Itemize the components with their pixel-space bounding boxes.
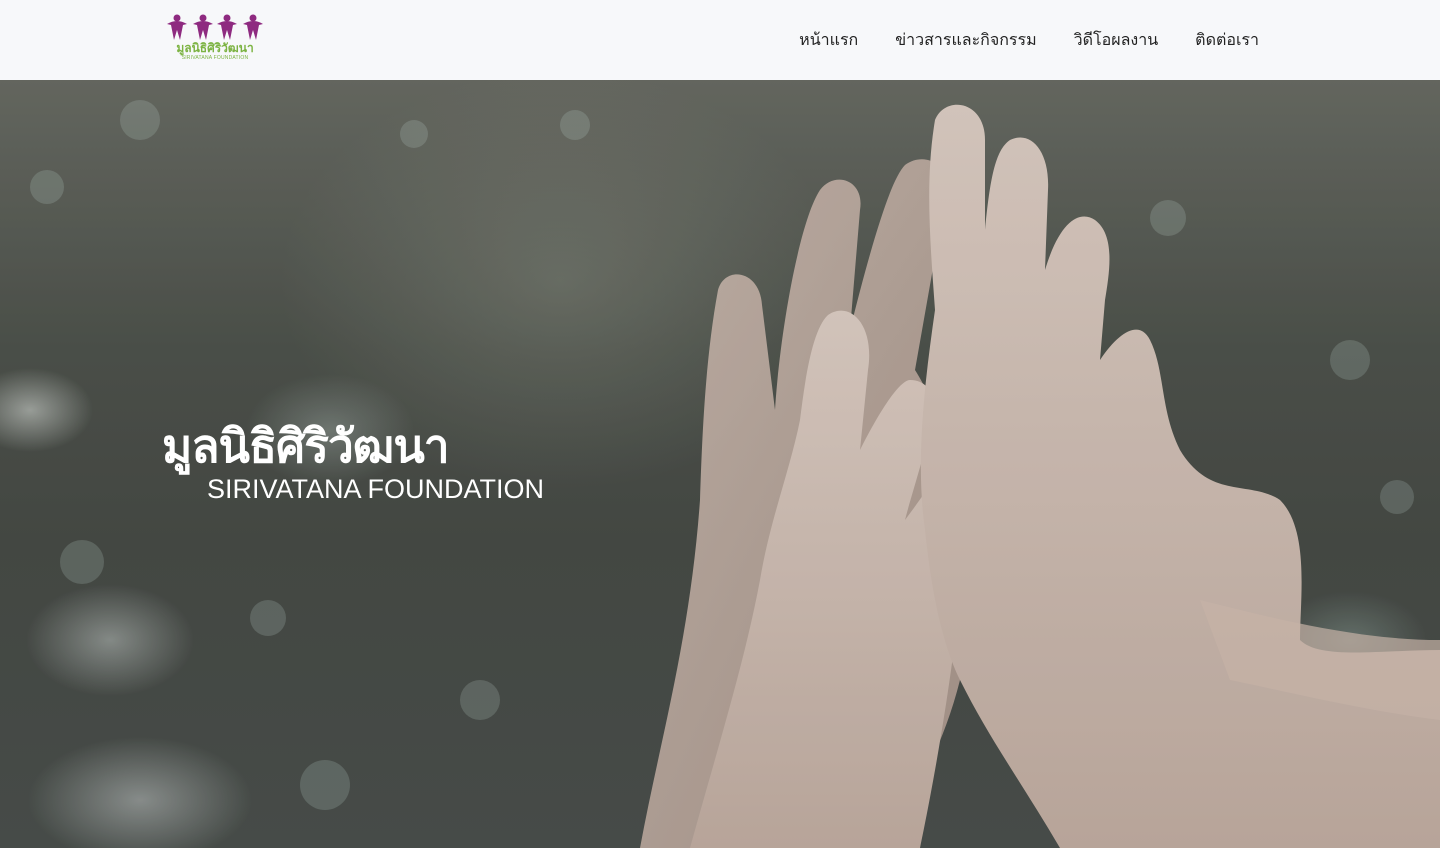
nav-contact[interactable]: ติดต่อเรา (1195, 28, 1259, 53)
main-nav: หน้าแรก ข่าวสารและกิจกรรม วิดีโอผลงาน ติ… (799, 0, 1259, 80)
site-header: มูลนิธิศิริวัฒนา SIRIVATANA FOUNDATION ห… (0, 0, 1440, 80)
nav-home[interactable]: หน้าแรก (799, 28, 858, 53)
logo-thai-text: มูลนิธิศิริวัฒนา (176, 41, 254, 55)
hero-banner: มูลนิธิศิริวัฒนา SIRIVATANA FOUNDATION (0, 80, 1440, 848)
nav-videos[interactable]: วิดีโอผลงาน (1074, 28, 1159, 53)
hero-subtitle: SIRIVATANA FOUNDATION (207, 474, 545, 504)
hero-title: มูลนิธิศิริวัฒนา (162, 419, 450, 473)
site-logo[interactable]: มูลนิธิศิริวัฒนา SIRIVATANA FOUNDATION (160, 12, 270, 68)
logo-english-text: SIRIVATANA FOUNDATION (181, 55, 249, 61)
people-figures-logo-icon (167, 14, 263, 40)
nav-news-activities[interactable]: ข่าวสารและกิจกรรม (895, 28, 1036, 53)
